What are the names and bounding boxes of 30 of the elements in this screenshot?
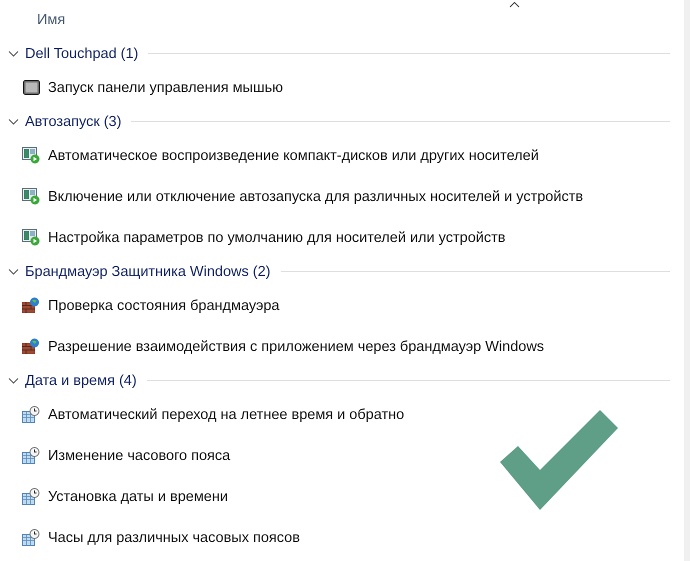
- control-panel-link[interactable]: Запуск панели управления мышью: [48, 80, 284, 96]
- control-panel-link[interactable]: Автоматическое воспроизведение компакт-дисков или других носителей: [48, 148, 539, 164]
- control-panel-link[interactable]: Изменение часового пояса: [48, 448, 230, 464]
- clock-icon: [22, 406, 40, 423]
- group-header[interactable]: Дата и время (4): [25, 372, 137, 388]
- group-header[interactable]: Dell Touchpad (1): [25, 46, 138, 62]
- chevron-icon[interactable]: [8, 266, 19, 277]
- control-panel-link[interactable]: Разрешение взаимодействия с приложением через брандмауэр Windows: [48, 338, 544, 354]
- checkmark-icon: [500, 410, 620, 510]
- control-panel-link[interactable]: Установка даты и времени: [48, 488, 228, 504]
- autoplay-icon: [22, 188, 40, 205]
- chevron-icon[interactable]: [8, 48, 19, 59]
- control-panel-link[interactable]: Настройка параметров по умолчанию для носителей или устройств: [48, 230, 506, 246]
- firewall-icon: [22, 297, 40, 314]
- chevron-icon[interactable]: [8, 375, 19, 386]
- autoplay-icon: [22, 147, 40, 164]
- control-panel-link[interactable]: Автоматический переход на летнее время и обратно: [48, 406, 404, 422]
- group-header[interactable]: Автозапуск (3): [25, 114, 122, 130]
- autoplay-icon: [22, 229, 40, 246]
- chevron-icon[interactable]: [8, 116, 19, 127]
- column-header[interactable]: Имя: [37, 12, 66, 28]
- control-panel-link[interactable]: Включение или отключение автозапуска для различных носителей и устройств: [48, 188, 584, 204]
- device-icon: [22, 80, 40, 95]
- clock-icon: [22, 447, 40, 464]
- control-panel-link[interactable]: Часы для различных часовых поясов: [48, 530, 300, 546]
- control-panel-link[interactable]: Проверка состояния брандмауэра: [48, 298, 280, 314]
- clock-icon: [22, 488, 40, 505]
- group-header[interactable]: Брандмауэр Защитника Windows (2): [25, 264, 270, 280]
- firewall-icon: [22, 338, 40, 355]
- clock-icon: [22, 529, 40, 546]
